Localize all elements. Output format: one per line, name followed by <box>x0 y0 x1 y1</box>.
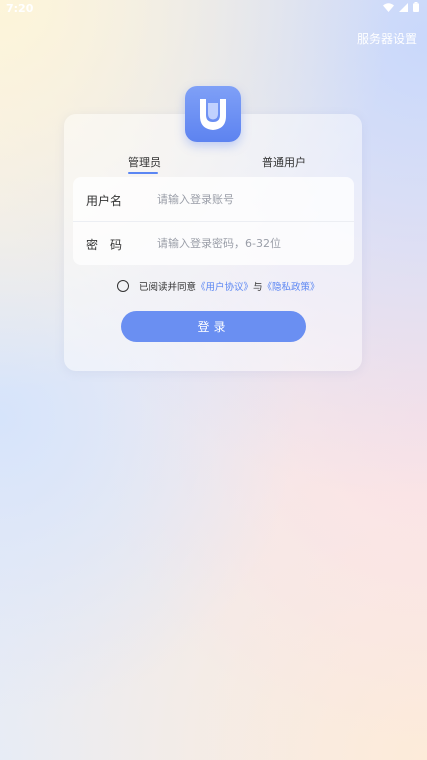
agreement-conjunction: 与 <box>253 282 263 293</box>
active-tab-indicator <box>128 172 158 174</box>
app-logo <box>185 86 241 142</box>
shield-logo-icon <box>200 99 226 130</box>
agreement-checkbox[interactable] <box>117 280 129 292</box>
password-label: 密 码 <box>86 238 123 252</box>
login-button[interactable]: 登录 <box>121 311 306 342</box>
tab-normal-user[interactable]: 普通用户 <box>262 154 306 170</box>
signal-icon <box>399 2 408 12</box>
username-input[interactable] <box>157 187 342 211</box>
agreement-row: 已阅读并同意 《用户协议》 与 《隐私政策》 <box>117 279 320 293</box>
tab-admin[interactable]: 管理员 <box>128 154 161 170</box>
status-time: 7:20 <box>6 2 34 15</box>
password-row: 密 码 <box>73 221 354 265</box>
battery-icon <box>413 2 419 12</box>
privacy-policy-link[interactable]: 《隐私政策》 <box>263 279 320 293</box>
status-icons <box>383 2 419 12</box>
agreement-prefix: 已阅读并同意 <box>139 282 197 293</box>
status-bar: 7:20 <box>0 0 427 18</box>
username-row: 用户名 <box>73 177 354 222</box>
wifi-icon <box>383 2 394 12</box>
password-input[interactable] <box>157 231 342 255</box>
server-settings-link[interactable]: 服务器设置 <box>357 30 417 47</box>
user-agreement-link[interactable]: 《用户协议》 <box>196 279 253 293</box>
username-label: 用户名 <box>86 194 123 208</box>
login-form: 用户名 密 码 <box>73 177 354 265</box>
